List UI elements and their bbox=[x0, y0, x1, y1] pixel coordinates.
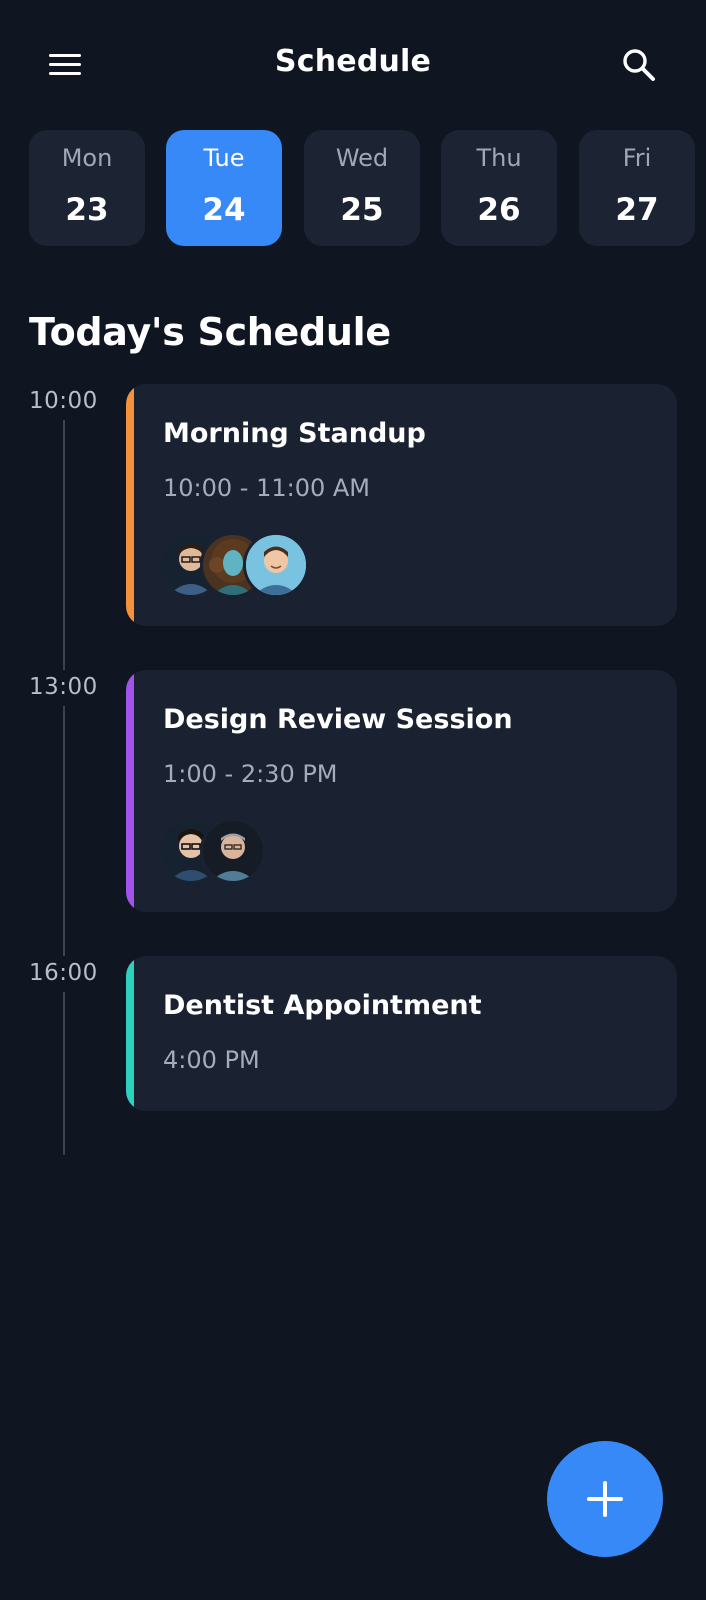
search-icon[interactable] bbox=[618, 44, 662, 88]
event-title: Morning Standup bbox=[163, 418, 426, 449]
day-tab-mon[interactable]: Mon 23 bbox=[29, 130, 145, 246]
top-app-bar: Schedule bbox=[0, 0, 706, 130]
event-accent-bar bbox=[126, 384, 134, 626]
event-accent-bar bbox=[126, 670, 134, 912]
day-number: 26 bbox=[477, 192, 521, 228]
day-name: Wed bbox=[335, 144, 389, 172]
event-title: Design Review Session bbox=[163, 704, 513, 735]
add-event-button[interactable] bbox=[547, 1441, 663, 1557]
event-time: 4:00 PM bbox=[163, 1046, 260, 1074]
day-name: Thu bbox=[476, 144, 522, 172]
day-name: Mon bbox=[61, 144, 113, 172]
time-label: 16:00 bbox=[29, 960, 98, 986]
timeline-line bbox=[63, 706, 65, 956]
older-man-avatar bbox=[200, 818, 266, 884]
page-title: Schedule bbox=[274, 44, 432, 79]
timeline-line bbox=[63, 420, 65, 670]
day-number: 25 bbox=[340, 192, 384, 228]
day-tab-thu[interactable]: Thu 26 bbox=[441, 130, 557, 246]
day-selector: Mon 23 Tue 24 Wed 25 Thu 26 Fri 27 bbox=[29, 130, 706, 246]
day-tab-wed[interactable]: Wed 25 bbox=[304, 130, 420, 246]
day-tab-tue[interactable]: Tue 24 bbox=[166, 130, 282, 246]
day-number: 27 bbox=[615, 192, 659, 228]
day-tab-fri[interactable]: Fri 27 bbox=[579, 130, 695, 246]
time-label: 10:00 bbox=[29, 388, 98, 414]
time-label: 13:00 bbox=[29, 674, 98, 700]
section-title: Today's Schedule bbox=[29, 310, 391, 354]
day-number: 24 bbox=[202, 192, 246, 228]
event-time: 1:00 - 2:30 PM bbox=[163, 760, 338, 788]
event-time: 10:00 - 11:00 AM bbox=[163, 474, 370, 502]
event-card-design-review[interactable]: Design Review Session 1:00 - 2:30 PM bbox=[126, 670, 677, 912]
man-smiling-avatar bbox=[243, 532, 309, 598]
day-number: 23 bbox=[65, 192, 109, 228]
event-title: Dentist Appointment bbox=[163, 990, 482, 1021]
day-name: Tue bbox=[203, 144, 245, 172]
event-card-dentist[interactable]: Dentist Appointment 4:00 PM bbox=[126, 956, 677, 1111]
event-card-morning-standup[interactable]: Morning Standup 10:00 - 11:00 AM bbox=[126, 384, 677, 626]
timeline-line bbox=[63, 992, 65, 1155]
day-name: Fri bbox=[622, 144, 652, 172]
event-accent-bar bbox=[126, 956, 134, 1111]
